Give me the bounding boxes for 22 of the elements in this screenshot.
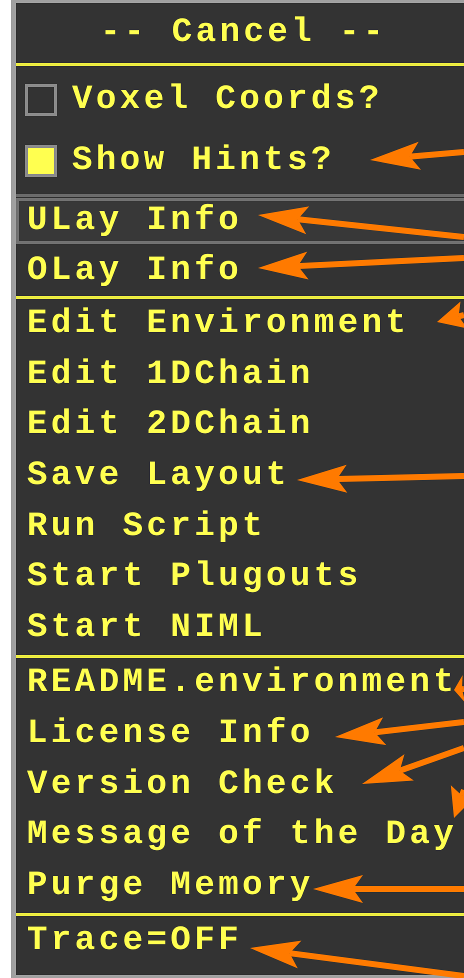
menu-item[interactable]: Start NIML bbox=[16, 602, 464, 654]
checkbox-label[interactable]: Voxel Coords? bbox=[72, 82, 383, 116]
checkbox[interactable] bbox=[25, 84, 57, 116]
arrow bbox=[454, 675, 464, 703]
arrow bbox=[437, 301, 464, 329]
cancel-button[interactable]: -- Cancel -- bbox=[100, 16, 387, 50]
menu-item[interactable]: Purge Memory bbox=[16, 860, 464, 912]
menu-item[interactable]: Edit Environment bbox=[16, 299, 464, 350]
menu-item[interactable]: Start Plugouts bbox=[16, 552, 464, 603]
menu-item[interactable]: OLay Info bbox=[16, 248, 464, 294]
menu-item[interactable]: Trace=OFF bbox=[16, 916, 464, 967]
menu-item[interactable]: Run Script bbox=[16, 501, 464, 552]
menu-item[interactable]: Save Layout bbox=[16, 450, 464, 502]
menu-item[interactable]: License Info bbox=[16, 708, 464, 760]
checkbox[interactable] bbox=[25, 144, 57, 176]
menu-item[interactable]: README.environment bbox=[16, 658, 464, 709]
menu-item[interactable]: Edit 2DChain bbox=[16, 400, 464, 451]
menu-item[interactable]: Message of the Day bbox=[16, 810, 464, 861]
checkbox-label[interactable]: Show Hints? bbox=[72, 144, 335, 178]
menu-item[interactable]: Edit 1DChain bbox=[16, 350, 464, 400]
menu-item[interactable]: Version Check bbox=[16, 759, 464, 810]
menu-item[interactable]: ULay Info bbox=[16, 198, 464, 244]
